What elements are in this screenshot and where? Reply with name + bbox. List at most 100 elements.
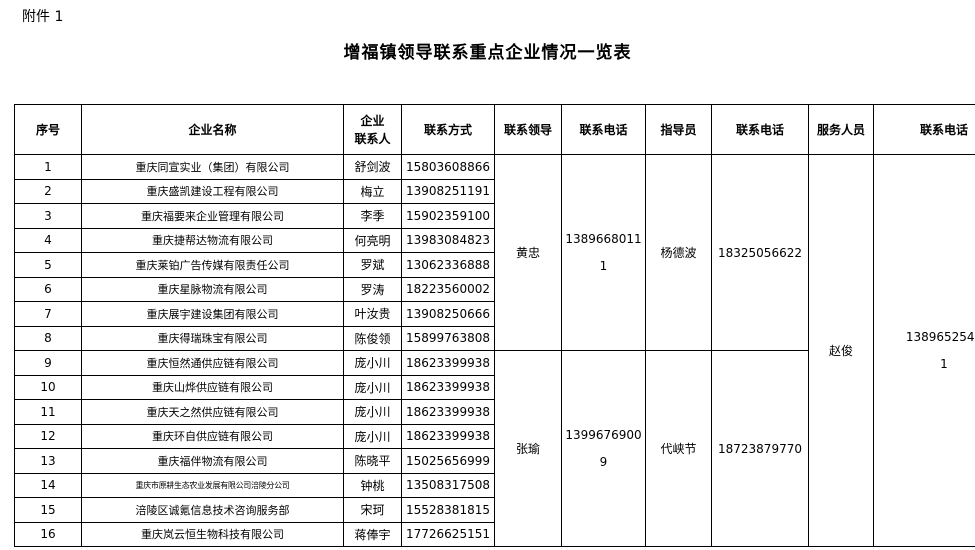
row-company: 重庆福要来企业管理有限公司: [81, 203, 344, 229]
leader-name: 黄忠: [515, 246, 540, 260]
header-contact: 企业 联系人: [343, 104, 402, 155]
group-leader: 张瑜: [494, 350, 562, 547]
row-contact: 庞小川: [343, 350, 402, 376]
row-contact: 钟桃: [343, 472, 402, 498]
row-contact: 庞小川: [343, 423, 402, 449]
row-contact: 宋珂: [343, 497, 402, 523]
group-leader: 黄忠: [494, 154, 562, 351]
row-seq: 14: [14, 472, 82, 498]
row-phone: 18623399938: [401, 350, 495, 376]
row-seq: 2: [14, 178, 82, 204]
service-name: 赵俊: [828, 344, 853, 358]
row-seq: 8: [14, 325, 82, 351]
row-contact: 李季: [343, 203, 402, 229]
row-company: 重庆星脉物流有限公司: [81, 276, 344, 302]
row-phone: 17726625151: [401, 521, 495, 547]
row-seq: 16: [14, 521, 82, 547]
row-company: 重庆莱铂广告传媒有限责任公司: [81, 252, 344, 278]
row-company: 重庆得瑞珠宝有限公司: [81, 325, 344, 351]
row-seq: 9: [14, 350, 82, 376]
guide-phone: 18325056622: [718, 245, 802, 260]
row-phone: 15899763808: [401, 325, 495, 351]
row-phone: 13062336888: [401, 252, 495, 278]
row-company: 重庆盛凯建设工程有限公司: [81, 178, 344, 204]
row-contact: 庞小川: [343, 374, 402, 400]
row-seq: 1: [14, 154, 82, 180]
row-company: 重庆岚云恒生物科技有限公司: [81, 521, 344, 547]
row-seq: 3: [14, 203, 82, 229]
group-guide: 代峡节: [645, 350, 712, 547]
row-contact: 叶汝贵: [343, 301, 402, 327]
row-phone: 18223560002: [401, 276, 495, 302]
row-phone: 15025656999: [401, 448, 495, 474]
row-company: 涪陵区诚氪信息技术咨询服务部: [81, 497, 344, 523]
row-seq: 12: [14, 423, 82, 449]
leader-phone-line2: 9: [599, 454, 608, 469]
leader-phone-line1: 1389668011: [565, 231, 642, 246]
group-guide-phone: 18723879770: [711, 350, 809, 547]
row-company: 重庆恒然通供应链有限公司: [81, 350, 344, 376]
row-contact: 舒剑波: [343, 154, 402, 180]
service-person: 赵俊: [808, 154, 874, 547]
header-company: 企业名称: [81, 104, 344, 155]
guide-name: 代峡节: [660, 442, 697, 456]
table-row: 1 重庆同宣实业（集团）有限公司 舒剑波 15803608866 黄忠 138966801…: [14, 154, 975, 547]
row-contact: 蒋俸宇: [343, 521, 402, 547]
group-guide-phone: 18325056622: [711, 154, 809, 351]
enterprise-table: 序号 企业名称 企业联系人 联系方式 联系领导 联系电话 指导员 联系电话 服务…: [14, 104, 975, 547]
guide-name: 杨德波: [660, 246, 697, 260]
guide-phone: 18723879770: [718, 441, 802, 456]
row-seq: 15: [14, 497, 82, 523]
row-contact: 陈俊领: [343, 325, 402, 351]
row-phone: 18623399938: [401, 399, 495, 425]
row-phone: 18623399938: [401, 423, 495, 449]
group-leader-phone: 1389668011 1: [561, 154, 646, 351]
row-phone: 13508317508: [401, 472, 495, 498]
row-contact: 梅立: [343, 178, 402, 204]
row-seq: 10: [14, 374, 82, 400]
header-leader-phone: 联系电话: [561, 104, 646, 155]
header-guide-phone: 联系电话: [711, 104, 809, 155]
group-leader-phone: 1399676900 9: [561, 350, 646, 547]
row-phone: 18623399938: [401, 374, 495, 400]
row-company: 重庆环自供应链有限公司: [81, 423, 344, 449]
header-guide: 指导员: [645, 104, 712, 155]
service-phone-line2: 1: [940, 356, 948, 371]
row-company: 重庆同宣实业（集团）有限公司: [81, 154, 344, 180]
row-seq: 4: [14, 227, 82, 253]
row-company: 重庆捷帮达物流有限公司: [81, 227, 344, 253]
header-leader: 联系领导: [494, 104, 562, 155]
leader-phone-line2: 1: [599, 258, 608, 273]
row-phone: 15902359100: [401, 203, 495, 229]
row-phone: 15803608866: [401, 154, 495, 180]
row-contact: 罗斌: [343, 252, 402, 278]
row-phone: 15528381815: [401, 497, 495, 523]
row-seq: 13: [14, 448, 82, 474]
page-title: 增福镇领导联系重点企业情况一览表: [343, 43, 632, 63]
row-phone: 13908251191: [401, 178, 495, 204]
service-phone-line1: 1389652547: [905, 329, 975, 344]
attachment-label: 附件 1: [22, 9, 64, 25]
row-company: 重庆福伴物流有限公司: [81, 448, 344, 474]
header-seq: 序号: [14, 104, 82, 155]
row-contact: 庞小川: [343, 399, 402, 425]
header-row: 序号 企业名称 企业联系人 联系方式 联系领导 联系电话 指导员 联系电话 服务…: [14, 104, 975, 155]
row-contact: 何亮明: [343, 227, 402, 253]
header-contact-method: 联系方式: [401, 104, 495, 155]
row-company: 重庆市原耕生态农业发展有限公司涪陵分公司: [81, 472, 344, 498]
row-company: 重庆山烨供应链有限公司: [81, 374, 344, 400]
service-phone: 1389652547 1: [873, 154, 975, 547]
row-phone: 13983084823: [401, 227, 495, 253]
row-contact: 罗涛: [343, 276, 402, 302]
header-service: 服务人员: [808, 104, 874, 155]
header-service-phone: 联系电话: [873, 104, 975, 155]
header-contact-line1: 企业: [360, 113, 385, 128]
row-seq: 11: [14, 399, 82, 425]
row-seq: 7: [14, 301, 82, 327]
row-seq: 5: [14, 252, 82, 278]
header-contact-line2: 联系人: [354, 131, 391, 146]
row-phone: 13908250666: [401, 301, 495, 327]
row-company: 重庆展宇建设集团有限公司: [81, 301, 344, 327]
row-seq: 6: [14, 276, 82, 302]
row-contact: 陈晓平: [343, 448, 402, 474]
